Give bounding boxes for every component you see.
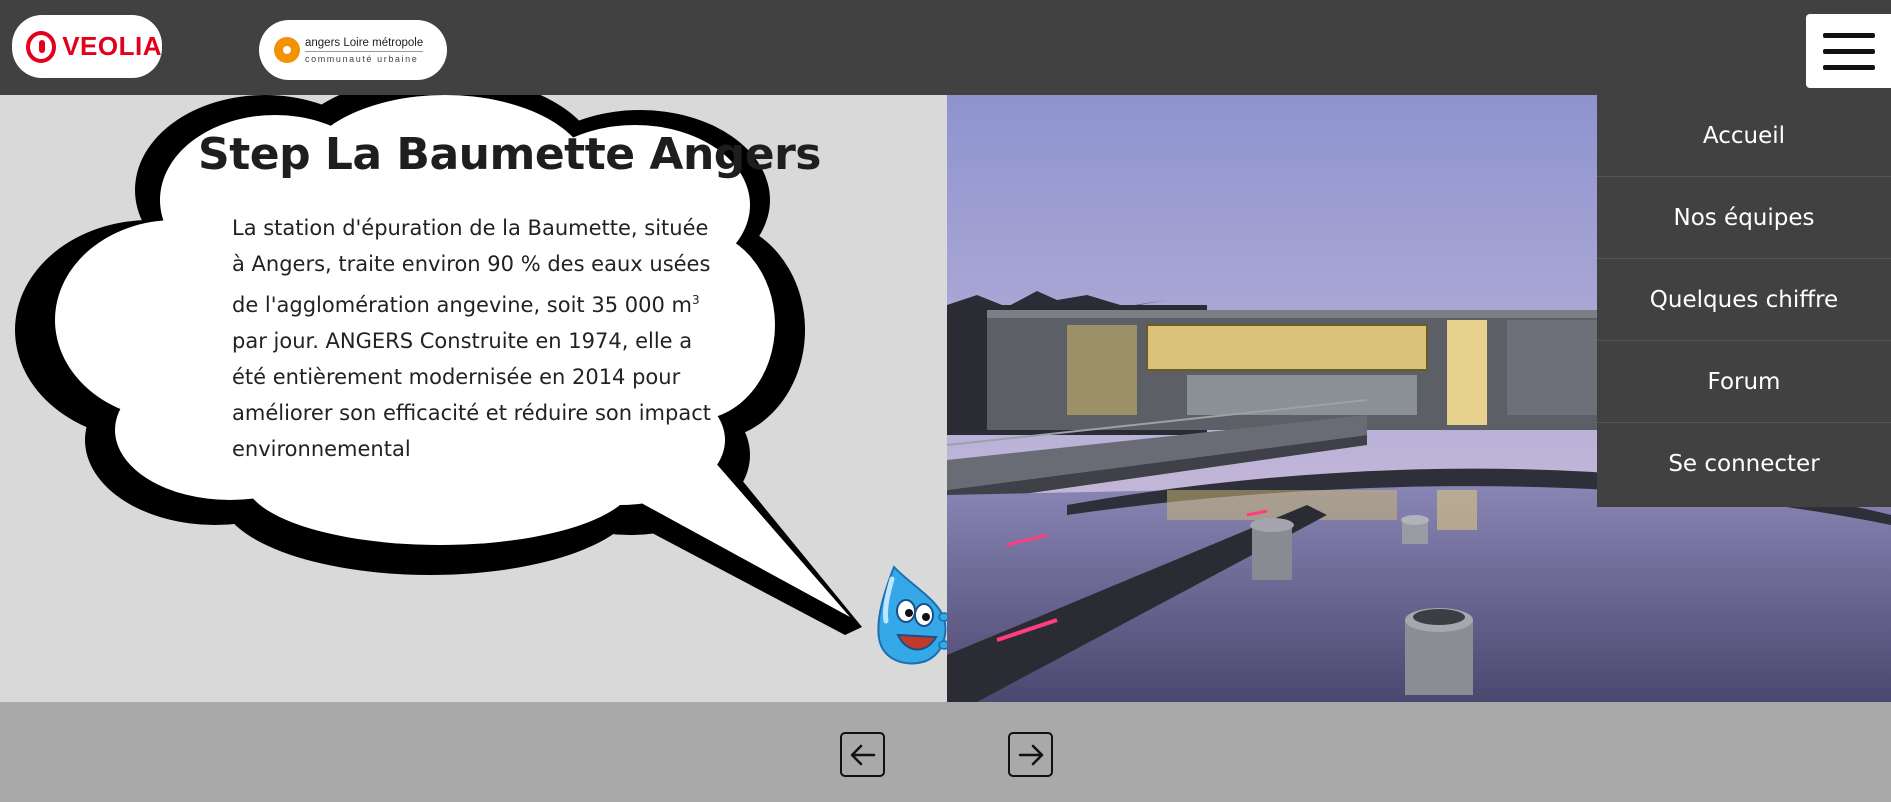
- nav-item-accueil[interactable]: Accueil: [1597, 95, 1891, 177]
- hero-description: La station d'épuration de la Baumette, s…: [232, 210, 727, 467]
- angers-logo-line2: communauté urbaine: [305, 53, 419, 64]
- nav-item-se-connecter[interactable]: Se connecter: [1597, 423, 1891, 505]
- veolia-logo-icon: [26, 30, 57, 63]
- arrow-left-icon: [850, 744, 875, 765]
- veolia-logo-text: VEOLIA: [62, 31, 162, 61]
- superscript-exponent: 3: [691, 293, 700, 307]
- page-title: Step La Baumette Angers: [198, 129, 822, 180]
- hamburger-menu-icon: [1822, 32, 1875, 38]
- nav-item-forum[interactable]: Forum: [1597, 341, 1891, 423]
- hamburger-menu-icon: [1822, 64, 1875, 70]
- previous-slide-button[interactable]: [840, 732, 885, 777]
- hamburger-menu-icon: [1822, 48, 1875, 54]
- hamburger-menu-button[interactable]: [1806, 14, 1891, 88]
- angers-logo-icon: [274, 37, 300, 63]
- hero-description-part1: La station d'épuration de la Baumette, s…: [232, 216, 711, 317]
- angers-logo-text: angers Loire métropole communauté urbain…: [305, 37, 424, 64]
- nav-item-quelques-chiffre[interactable]: Quelques chiffre: [1597, 259, 1891, 341]
- nav-dropdown-menu: Accueil Nos équipes Quelques chiffre For…: [1597, 95, 1891, 507]
- hero-description-part2: par jour. ANGERS Construite en 1974, ell…: [232, 329, 711, 461]
- arrow-right-icon: [1018, 744, 1043, 765]
- slide-navigation-bar: [0, 702, 1891, 802]
- hero-text-panel: Step La Baumette Angers La station d'épu…: [0, 95, 947, 702]
- next-slide-button[interactable]: [1008, 732, 1053, 777]
- nav-item-nos-equipes[interactable]: Nos équipes: [1597, 177, 1891, 259]
- angers-logo-line1: angers Loire métropole: [305, 37, 424, 52]
- water-drop-mascot-icon: [877, 565, 947, 665]
- top-header: VEOLIA angers Loire métropole communauté…: [0, 0, 1891, 95]
- veolia-logo[interactable]: VEOLIA: [12, 15, 162, 78]
- angers-loire-metropole-logo[interactable]: angers Loire métropole communauté urbain…: [259, 20, 447, 80]
